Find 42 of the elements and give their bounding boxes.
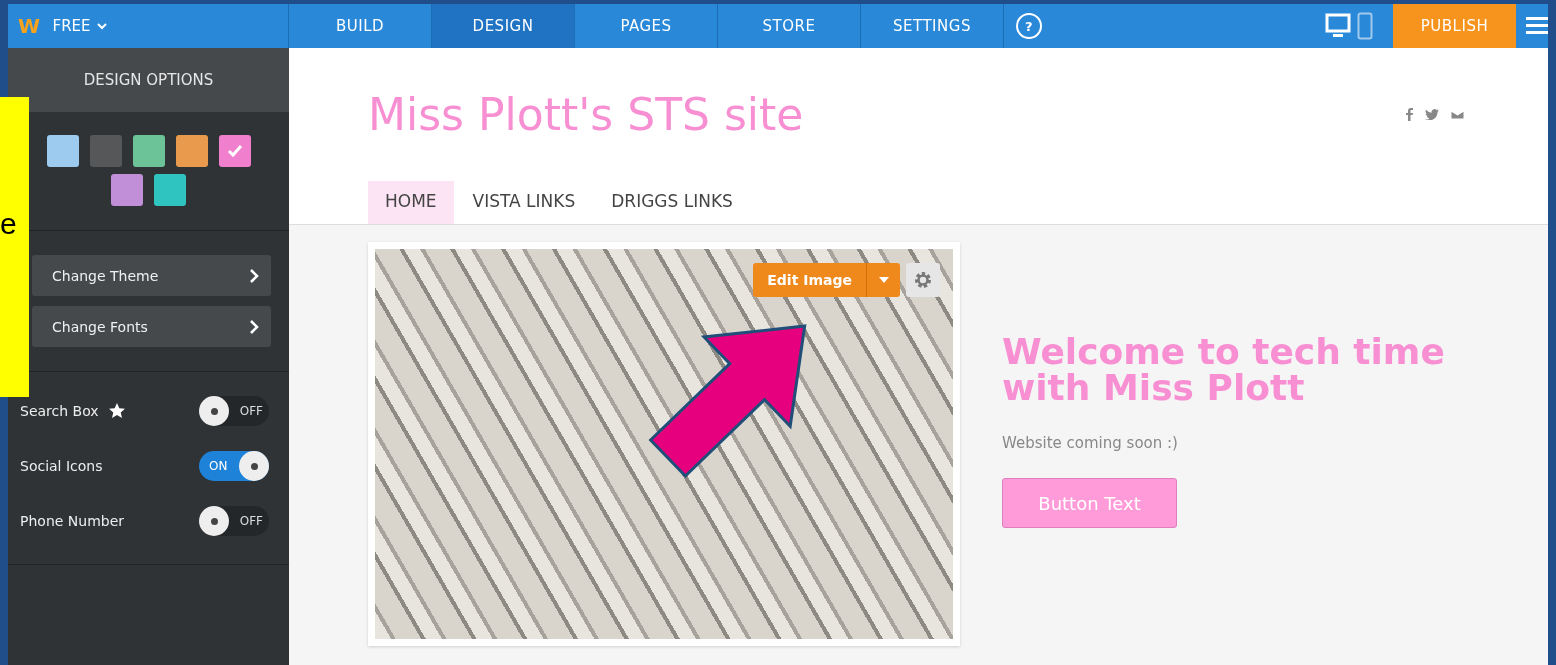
site-title: Miss Plott's STS site <box>368 89 804 140</box>
site-nav-link[interactable]: HOME <box>368 181 454 224</box>
edit-image-button[interactable]: Edit Image <box>753 263 866 297</box>
sidebar-menu-button[interactable]: Change Theme <box>32 255 271 296</box>
site-button[interactable]: Button Text <box>1002 478 1177 528</box>
welcome-text: Website coming soon :) <box>1002 434 1178 452</box>
site-nav-link[interactable]: DRIGGS LINKS <box>594 181 750 224</box>
site-nav-link[interactable]: VISTA LINKS <box>455 181 593 224</box>
color-swatch[interactable] <box>89 135 122 167</box>
settings-button[interactable] <box>906 263 940 297</box>
sidebar-title: DESIGN OPTIONS <box>8 48 289 112</box>
color-swatch[interactable] <box>111 174 143 206</box>
color-swatch[interactable] <box>46 135 79 167</box>
publish-button[interactable]: PUBLISH <box>1393 4 1516 48</box>
welcome-heading: Welcome to tech time with Miss Plott <box>1002 334 1446 406</box>
mobile-icon[interactable] <box>1357 12 1373 40</box>
chevron-icon <box>249 319 259 334</box>
caret-icon <box>96 22 107 30</box>
toggle-switch[interactable]: OFF <box>199 506 269 536</box>
help-button[interactable]: ? <box>1016 13 1042 39</box>
bird-icon[interactable] <box>1425 109 1439 120</box>
chevron-icon <box>249 268 259 283</box>
toggle-switch[interactable]: ON <box>199 451 269 481</box>
nav-tab[interactable]: DESIGN <box>432 4 575 48</box>
menu-icon[interactable] <box>1526 17 1548 35</box>
sidebar-menu-button[interactable]: Change Fonts <box>32 306 271 347</box>
color-swatch[interactable] <box>132 135 165 167</box>
toggle-label: Search Box <box>20 403 99 419</box>
mail-icon[interactable] <box>1451 110 1464 119</box>
caret-icon <box>878 277 889 283</box>
gear-icon <box>914 271 932 289</box>
toggle-label: Social Icons <box>20 458 103 474</box>
toggle-switch[interactable]: OFF <box>199 396 269 426</box>
color-swatch[interactable] <box>218 135 251 167</box>
toggle-label: Phone Number <box>20 513 125 529</box>
facebook-icon[interactable] <box>1406 108 1413 121</box>
desktop-icon[interactable] <box>1325 13 1351 39</box>
color-swatch[interactable] <box>154 174 186 206</box>
dropdown-button[interactable] <box>866 263 900 297</box>
color-swatch[interactable] <box>175 135 208 167</box>
callout-note: e <box>0 97 29 397</box>
plan-dropdown[interactable]: FREE <box>48 13 111 39</box>
